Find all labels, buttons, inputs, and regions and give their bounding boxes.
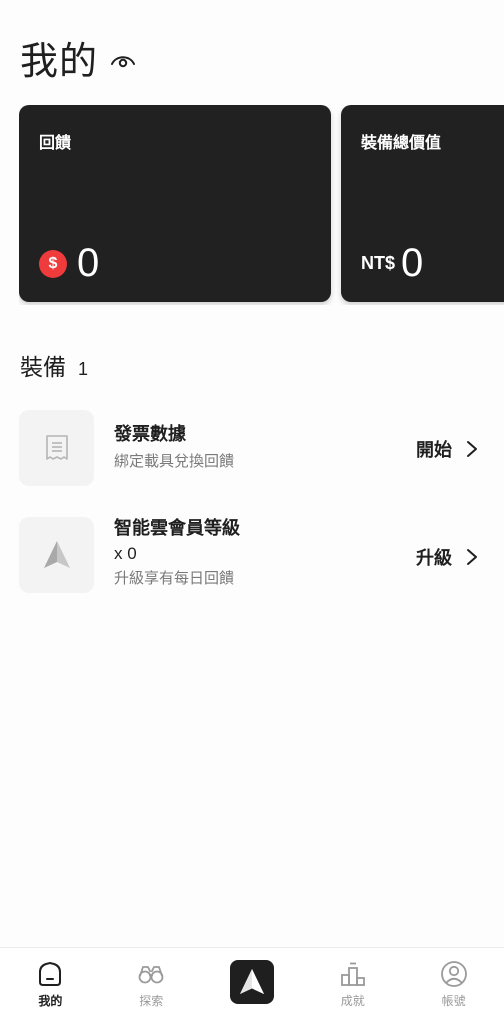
page-title: 我的	[20, 39, 99, 83]
invoice-subtitle: 綁定載具兌換回饋	[114, 452, 235, 470]
tab-achievements-label: 成就	[340, 994, 365, 1008]
tab-center[interactable]	[202, 948, 303, 1024]
center-action-button[interactable]	[229, 960, 274, 1004]
receipt-icon	[45, 435, 68, 460]
user-icon	[440, 961, 467, 987]
start-button[interactable]: 開始	[416, 436, 478, 462]
tab-account[interactable]: 帳號	[403, 948, 504, 1024]
arrow-logo-icon	[43, 541, 70, 568]
equipment-count: 1	[78, 359, 89, 379]
rewards-card[interactable]: 回饋 $ 0	[19, 105, 331, 302]
equipment-value: 0	[401, 241, 424, 285]
upgrade-button-label: 升級	[416, 548, 452, 569]
currency-prefix: NT$	[361, 253, 396, 273]
tab-explore[interactable]: 探索	[101, 948, 202, 1024]
bottom-tab-bar: 我的 探索 成就 帳號	[0, 947, 504, 1024]
rewards-value: 0	[77, 241, 100, 285]
start-button-label: 開始	[416, 440, 452, 461]
tab-account-label: 帳號	[441, 994, 466, 1008]
membership-text: 智能雲會員等級 x 0 升級享有每日回饋	[114, 517, 240, 589]
equipment-value-card-label: 裝備總價值	[361, 133, 442, 152]
list-item-membership-level[interactable]: 智能雲會員等級 x 0 升級享有每日回饋 升級	[19, 517, 484, 595]
page-header: 我的	[20, 30, 136, 85]
tab-mine[interactable]: 我的	[0, 948, 101, 1024]
binoculars-icon	[138, 966, 164, 984]
equipment-value-row: NT$ 0	[361, 241, 423, 286]
membership-title: 智能雲會員等級	[114, 518, 240, 539]
chevron-right-icon	[467, 441, 477, 457]
summary-cards: 回饋 $ 0 裝備總價值 NT$ 0	[19, 105, 504, 305]
invoice-text: 發票數據 綁定載具兌換回饋	[114, 423, 234, 472]
tab-explore-label: 探索	[139, 994, 164, 1008]
equipment-value-card[interactable]: 裝備總價值 NT$ 0	[341, 105, 504, 302]
membership-thumb	[19, 517, 94, 593]
equipment-title: 裝備	[20, 355, 66, 381]
rewards-card-label: 回饋	[39, 133, 72, 152]
tab-mine-label: 我的	[38, 994, 63, 1008]
coin-icon: $	[39, 249, 67, 278]
arrow-logo-icon	[239, 968, 265, 995]
membership-count: x 0	[114, 544, 137, 563]
eye-icon[interactable]	[110, 51, 136, 71]
home-icon	[39, 961, 62, 986]
podium-icon	[340, 962, 365, 986]
rewards-value-row: $ 0	[39, 241, 99, 286]
equipment-section-title: 裝備 1	[20, 348, 88, 382]
tab-achievements[interactable]: 成就	[302, 948, 403, 1024]
list-item-invoice-data[interactable]: 發票數據 綁定載具兌換回饋 開始	[19, 410, 484, 488]
chevron-right-icon	[467, 549, 477, 565]
invoice-title: 發票數據	[114, 424, 186, 445]
receipt-thumb	[19, 410, 94, 486]
membership-subtitle: 升級享有每日回饋	[114, 569, 235, 587]
upgrade-button[interactable]: 升級	[416, 544, 478, 570]
